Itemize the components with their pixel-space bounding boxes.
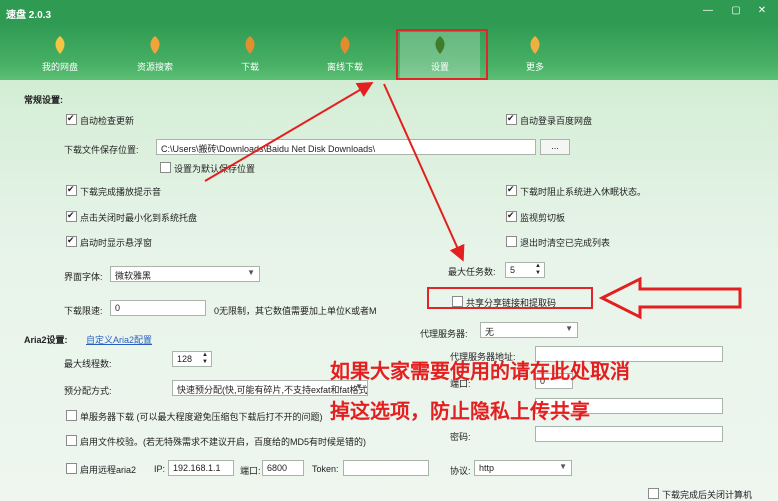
annotation-line-1: 如果大家需要使用的请在此处取消	[330, 359, 630, 383]
annotation-arrows	[204, 81, 742, 320]
annotation-arrow-to-share	[383, 83, 465, 262]
annotation-line-2: 掉这选项，防止隐私上传共享	[330, 399, 590, 423]
annotation-arrow-to-settings	[204, 81, 374, 182]
big-left-arrow-icon	[598, 276, 742, 320]
